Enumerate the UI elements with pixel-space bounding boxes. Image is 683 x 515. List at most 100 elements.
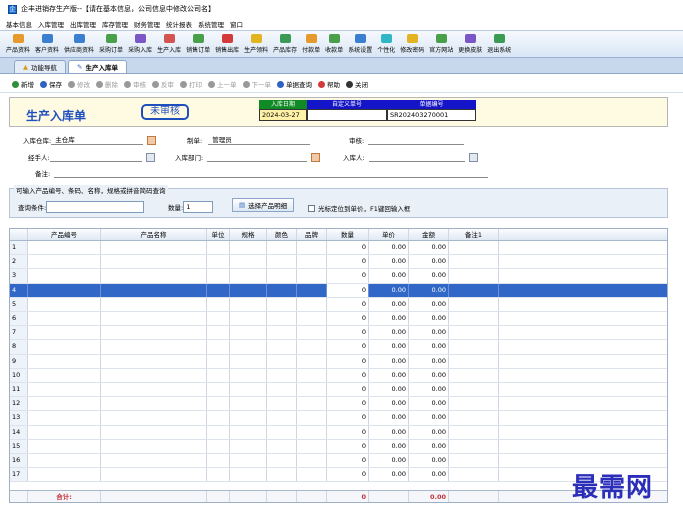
remark-input[interactable] bbox=[54, 169, 489, 178]
table-cell[interactable] bbox=[297, 297, 327, 311]
table-cell[interactable]: 0 bbox=[327, 383, 369, 397]
table-cell[interactable] bbox=[28, 283, 101, 297]
table-cell[interactable] bbox=[297, 340, 327, 354]
toolbar-button[interactable]: 修改密码 bbox=[400, 34, 424, 54]
toolbar-button[interactable]: 产品库存 bbox=[273, 34, 297, 54]
table-cell[interactable] bbox=[449, 283, 499, 297]
table-cell[interactable]: 0.00 bbox=[409, 425, 449, 439]
toolbar-button[interactable]: 收款单 bbox=[325, 34, 343, 54]
custom-number-input[interactable] bbox=[307, 109, 387, 121]
warehouse-picker-icon[interactable] bbox=[147, 135, 157, 145]
toolbar-button[interactable]: 退出系统 bbox=[487, 34, 511, 54]
table-cell[interactable]: 0.00 bbox=[369, 326, 409, 340]
table-cell[interactable] bbox=[267, 255, 297, 269]
table-cell[interactable] bbox=[230, 425, 267, 439]
table-cell[interactable] bbox=[207, 397, 230, 411]
table-cell[interactable]: 0.00 bbox=[409, 340, 449, 354]
table-row[interactable]: 6 0 0.00 0.00 bbox=[10, 312, 667, 327]
table-cell[interactable] bbox=[449, 269, 499, 283]
table-cell[interactable] bbox=[449, 439, 499, 453]
action-button[interactable]: 单据查询 bbox=[277, 79, 312, 89]
table-cell[interactable] bbox=[297, 439, 327, 453]
menu-item[interactable]: 库存管理 bbox=[102, 19, 128, 29]
table-cell[interactable]: 0.00 bbox=[409, 439, 449, 453]
table-cell[interactable]: 0.00 bbox=[409, 411, 449, 425]
table-cell[interactable] bbox=[207, 340, 230, 354]
column-header[interactable] bbox=[10, 229, 28, 240]
table-cell[interactable] bbox=[449, 241, 499, 255]
action-button[interactable]: 审核 bbox=[124, 79, 146, 89]
table-cell[interactable] bbox=[297, 241, 327, 255]
table-cell[interactable] bbox=[230, 354, 267, 368]
table-cell[interactable]: 0.00 bbox=[369, 312, 409, 326]
column-header[interactable]: 颜色 bbox=[267, 229, 297, 240]
table-cell[interactable] bbox=[449, 255, 499, 269]
table-row[interactable]: 8 0 0.00 0.00 bbox=[10, 340, 667, 355]
table-cell[interactable]: 0.00 bbox=[369, 283, 409, 297]
table-cell[interactable] bbox=[267, 354, 297, 368]
action-button[interactable]: 下一单 bbox=[242, 79, 271, 89]
table-cell[interactable] bbox=[449, 326, 499, 340]
table-cell[interactable] bbox=[101, 297, 207, 311]
table-cell[interactable]: 0.00 bbox=[409, 368, 449, 382]
table-cell[interactable] bbox=[267, 383, 297, 397]
table-cell[interactable] bbox=[297, 326, 327, 340]
table-cell[interactable] bbox=[101, 454, 207, 468]
toolbar-button[interactable]: 产品资料 bbox=[6, 34, 30, 54]
table-cell[interactable]: 0 bbox=[327, 411, 369, 425]
toolbar-button[interactable]: 付款单 bbox=[302, 34, 320, 54]
receiver-input[interactable] bbox=[368, 153, 465, 162]
table-cell[interactable] bbox=[449, 340, 499, 354]
table-cell[interactable] bbox=[101, 340, 207, 354]
table-cell[interactable] bbox=[207, 269, 230, 283]
table-cell[interactable]: 0.00 bbox=[409, 241, 449, 255]
table-row[interactable]: 2 0 0.00 0.00 bbox=[10, 255, 667, 270]
table-cell[interactable]: 0.00 bbox=[409, 354, 449, 368]
table-cell[interactable]: 0 bbox=[327, 454, 369, 468]
receiver-picker-icon[interactable] bbox=[468, 152, 478, 162]
table-cell[interactable] bbox=[267, 439, 297, 453]
table-cell[interactable]: 0.00 bbox=[369, 454, 409, 468]
table-cell[interactable] bbox=[101, 411, 207, 425]
table-cell[interactable]: 0.00 bbox=[369, 269, 409, 283]
table-cell[interactable] bbox=[207, 454, 230, 468]
table-cell[interactable] bbox=[267, 269, 297, 283]
table-cell[interactable] bbox=[101, 397, 207, 411]
action-button[interactable]: 反审 bbox=[152, 79, 174, 89]
table-cell[interactable]: 0.00 bbox=[369, 411, 409, 425]
toolbar-button[interactable]: 客户资料 bbox=[35, 34, 59, 54]
table-cell[interactable] bbox=[28, 425, 101, 439]
date-input[interactable]: 2024-03-27 bbox=[259, 109, 307, 121]
table-cell[interactable] bbox=[267, 468, 297, 482]
table-cell[interactable]: 0 bbox=[327, 397, 369, 411]
table-cell[interactable]: 0.00 bbox=[409, 312, 449, 326]
table-cell[interactable] bbox=[267, 297, 297, 311]
table-cell[interactable] bbox=[28, 439, 101, 453]
table-cell[interactable] bbox=[28, 454, 101, 468]
table-cell[interactable]: 0 bbox=[327, 269, 369, 283]
table-row[interactable]: 11 0 0.00 0.00 bbox=[10, 383, 667, 398]
table-cell[interactable]: 0 bbox=[327, 297, 369, 311]
table-cell[interactable] bbox=[267, 425, 297, 439]
menu-item[interactable]: 窗口 bbox=[230, 19, 243, 29]
table-row[interactable]: 1 0 0.00 0.00 bbox=[10, 241, 667, 256]
table-cell[interactable] bbox=[207, 241, 230, 255]
table-cell[interactable]: 0.00 bbox=[409, 397, 449, 411]
table-cell[interactable] bbox=[230, 297, 267, 311]
table-row[interactable]: 12 0 0.00 0.00 bbox=[10, 397, 667, 412]
table-cell[interactable] bbox=[101, 241, 207, 255]
table-cell[interactable] bbox=[267, 241, 297, 255]
table-cell[interactable] bbox=[28, 269, 101, 283]
table-row[interactable]: 3 0 0.00 0.00 bbox=[10, 269, 667, 284]
table-cell[interactable]: 0.00 bbox=[369, 241, 409, 255]
tab-navigation[interactable]: ▲ 功能导航 bbox=[14, 60, 66, 73]
table-cell[interactable] bbox=[101, 312, 207, 326]
table-cell[interactable] bbox=[28, 255, 101, 269]
table-cell[interactable] bbox=[28, 411, 101, 425]
table-cell[interactable] bbox=[297, 454, 327, 468]
table-cell[interactable]: 0.00 bbox=[369, 383, 409, 397]
toolbar-button[interactable]: 采购订单 bbox=[99, 34, 123, 54]
column-header[interactable]: 产品名称 bbox=[101, 229, 207, 240]
table-cell[interactable]: 0.00 bbox=[369, 439, 409, 453]
table-cell[interactable] bbox=[449, 297, 499, 311]
